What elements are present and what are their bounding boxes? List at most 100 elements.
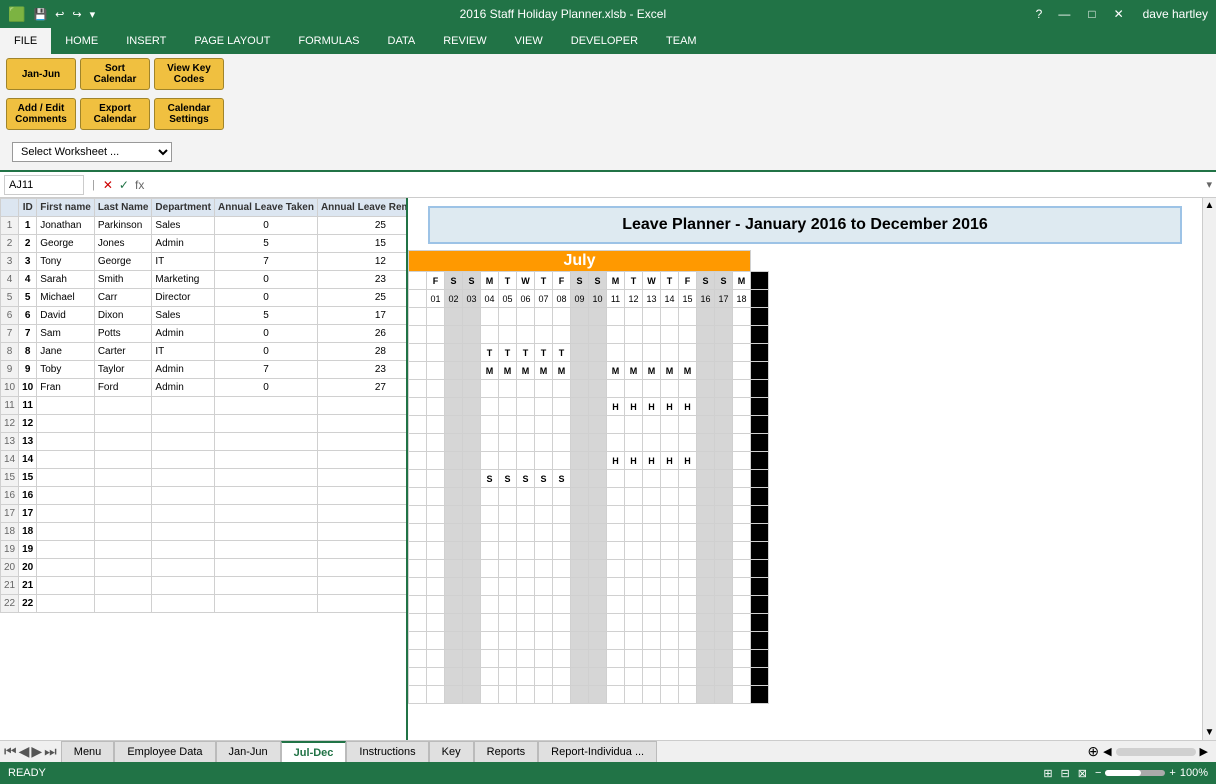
calendar-cell[interactable] bbox=[715, 380, 733, 398]
calendar-cell[interactable] bbox=[643, 614, 661, 632]
calendar-cell[interactable] bbox=[499, 614, 517, 632]
calendar-cell[interactable] bbox=[625, 434, 643, 452]
calendar-cell[interactable] bbox=[427, 398, 445, 416]
cell-taken[interactable] bbox=[214, 541, 317, 559]
calendar-cell[interactable] bbox=[463, 668, 481, 686]
scroll-down-icon[interactable]: ▼ bbox=[1203, 727, 1216, 738]
cell-id[interactable]: 9 bbox=[19, 361, 37, 379]
calendar-cell[interactable] bbox=[733, 488, 751, 506]
cell-firstname[interactable]: Jonathan bbox=[37, 217, 95, 235]
calendar-cell[interactable] bbox=[715, 560, 733, 578]
calendar-cell[interactable] bbox=[553, 452, 571, 470]
calendar-cell[interactable] bbox=[661, 596, 679, 614]
calendar-cell[interactable] bbox=[589, 506, 607, 524]
cell-department[interactable]: Admin bbox=[152, 325, 215, 343]
cell-firstname[interactable] bbox=[37, 415, 95, 433]
calendar-cell[interactable] bbox=[697, 596, 715, 614]
cell-remaining[interactable]: 27 bbox=[317, 379, 406, 397]
cell-department[interactable]: Director bbox=[152, 289, 215, 307]
calendar-cell[interactable] bbox=[517, 416, 535, 434]
cell-id[interactable]: 13 bbox=[19, 433, 37, 451]
sort-calendar-button[interactable]: SortCalendar bbox=[80, 58, 150, 90]
cell-remaining[interactable] bbox=[317, 487, 406, 505]
cell-firstname[interactable]: George bbox=[37, 235, 95, 253]
cell-firstname[interactable]: Sam bbox=[37, 325, 95, 343]
calendar-cell[interactable] bbox=[607, 668, 625, 686]
cell-department[interactable]: Admin bbox=[152, 361, 215, 379]
calendar-cell[interactable] bbox=[697, 434, 715, 452]
cell-id[interactable]: 15 bbox=[19, 469, 37, 487]
cell-taken[interactable]: 0 bbox=[214, 379, 317, 397]
calendar-cell[interactable] bbox=[607, 470, 625, 488]
calendar-cell[interactable] bbox=[679, 650, 697, 668]
calendar-cell[interactable] bbox=[679, 542, 697, 560]
cell-taken[interactable] bbox=[214, 397, 317, 415]
cell-lastname[interactable]: George bbox=[94, 253, 152, 271]
cell-remaining[interactable] bbox=[317, 433, 406, 451]
calendar-cell[interactable] bbox=[643, 596, 661, 614]
calendar-cell[interactable] bbox=[715, 362, 733, 380]
cell-taken[interactable] bbox=[214, 577, 317, 595]
calendar-cell[interactable] bbox=[445, 398, 463, 416]
calendar-cell[interactable] bbox=[607, 632, 625, 650]
calendar-cell[interactable] bbox=[553, 308, 571, 326]
calendar-cell[interactable] bbox=[607, 416, 625, 434]
sheet-tab-instructions[interactable]: Instructions bbox=[346, 741, 428, 762]
calendar-cell[interactable] bbox=[553, 578, 571, 596]
cell-remaining[interactable] bbox=[317, 523, 406, 541]
calendar-cell[interactable] bbox=[517, 560, 535, 578]
calendar-cell[interactable] bbox=[607, 686, 625, 704]
calendar-cell[interactable] bbox=[571, 452, 589, 470]
cell-department[interactable] bbox=[152, 559, 215, 577]
calendar-cell[interactable] bbox=[643, 434, 661, 452]
calendar-cell[interactable]: M bbox=[643, 362, 661, 380]
calendar-cell[interactable] bbox=[535, 614, 553, 632]
cell-department[interactable]: IT bbox=[152, 343, 215, 361]
tab-nav-left[interactable]: ⏮ ◀ ▶ ⏭ bbox=[0, 741, 61, 762]
calendar-cell[interactable] bbox=[427, 416, 445, 434]
cell-lastname[interactable]: Taylor bbox=[94, 361, 152, 379]
cell-firstname[interactable]: Sarah bbox=[37, 271, 95, 289]
calendar-cell[interactable] bbox=[553, 668, 571, 686]
jan-jun-button[interactable]: Jan-Jun bbox=[6, 58, 76, 90]
calendar-cell[interactable] bbox=[589, 578, 607, 596]
tab-data[interactable]: DATA bbox=[374, 28, 430, 54]
tab-home[interactable]: HOME bbox=[51, 28, 112, 54]
calendar-cell[interactable] bbox=[589, 380, 607, 398]
calendar-cell[interactable] bbox=[535, 686, 553, 704]
cell-department[interactable] bbox=[152, 595, 215, 613]
calendar-cell[interactable] bbox=[427, 308, 445, 326]
calendar-cell[interactable] bbox=[733, 416, 751, 434]
calendar-cell[interactable] bbox=[445, 632, 463, 650]
calendar-cell[interactable] bbox=[427, 686, 445, 704]
calendar-cell[interactable] bbox=[589, 434, 607, 452]
cell-department[interactable]: Sales bbox=[152, 307, 215, 325]
add-sheet-icon[interactable]: ⊕ bbox=[1087, 743, 1099, 760]
calendar-cell[interactable] bbox=[571, 488, 589, 506]
calendar-cell[interactable] bbox=[661, 560, 679, 578]
calendar-cell[interactable] bbox=[625, 380, 643, 398]
calendar-cell[interactable] bbox=[517, 578, 535, 596]
calendar-cell[interactable] bbox=[481, 650, 499, 668]
cell-department[interactable] bbox=[152, 415, 215, 433]
calendar-cell[interactable] bbox=[625, 506, 643, 524]
sheet-tab-employee-data[interactable]: Employee Data bbox=[114, 741, 215, 762]
calendar-cell[interactable] bbox=[427, 650, 445, 668]
calendar-cell[interactable] bbox=[499, 668, 517, 686]
calendar-cell[interactable] bbox=[715, 506, 733, 524]
calendar-cell[interactable] bbox=[535, 308, 553, 326]
calendar-cell[interactable] bbox=[481, 686, 499, 704]
calendar-cell[interactable] bbox=[697, 380, 715, 398]
cell-department[interactable]: Admin bbox=[152, 379, 215, 397]
calendar-cell[interactable] bbox=[571, 326, 589, 344]
calendar-cell[interactable] bbox=[463, 650, 481, 668]
calendar-cell[interactable] bbox=[733, 542, 751, 560]
calendar-cell[interactable] bbox=[445, 416, 463, 434]
calendar-cell[interactable] bbox=[679, 524, 697, 542]
cell-id[interactable]: 3 bbox=[19, 253, 37, 271]
calendar-cell[interactable] bbox=[463, 380, 481, 398]
calendar-cell[interactable] bbox=[589, 686, 607, 704]
calendar-cell[interactable] bbox=[607, 542, 625, 560]
calendar-cell[interactable] bbox=[463, 452, 481, 470]
page-break-icon[interactable]: ⊠ bbox=[1078, 767, 1087, 780]
